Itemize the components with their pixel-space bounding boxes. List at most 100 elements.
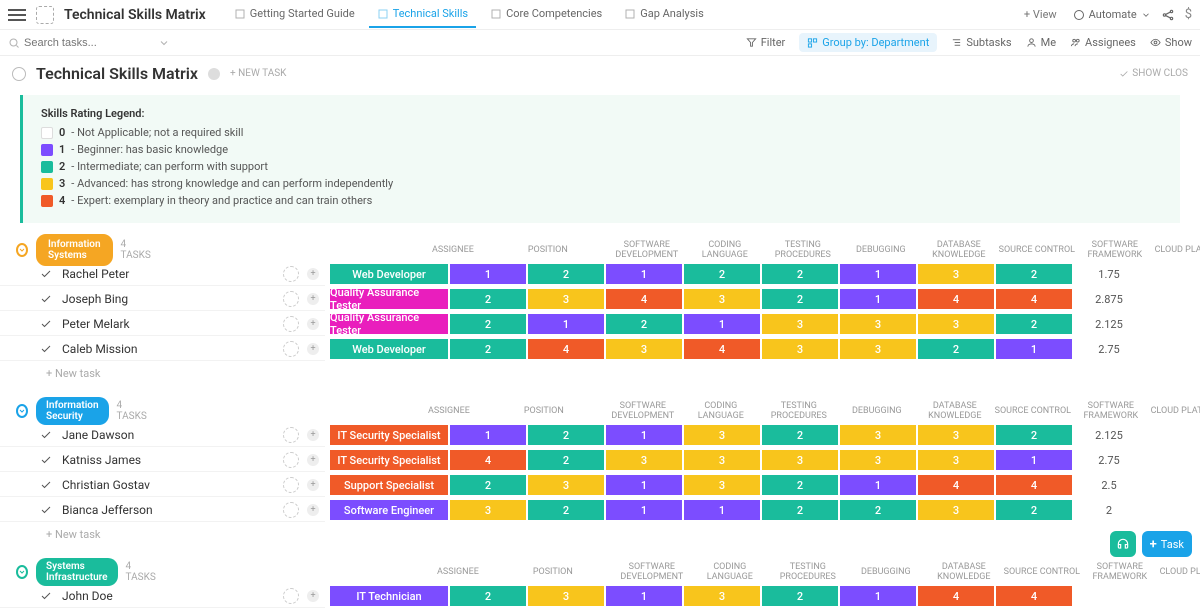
search-wrap[interactable] — [8, 37, 170, 49]
table-row[interactable]: Rachel Peter + Web Developer 12122132 1.… — [0, 262, 1200, 286]
rating-cell[interactable]: 1 — [839, 288, 917, 310]
column-header[interactable]: DEBUGGING — [842, 245, 920, 255]
column-header[interactable]: DATABASE KNOWLEDGE — [920, 240, 998, 260]
column-header[interactable]: SOFTWARE DEVELOPMENT — [613, 562, 691, 582]
rating-cell[interactable]: 3 — [839, 424, 917, 446]
rating-cell[interactable]: 1 — [839, 263, 917, 285]
add-assignee-icon[interactable]: + — [307, 293, 319, 305]
group-pill[interactable]: Systems Infrastructure — [36, 558, 118, 586]
rating-cell[interactable]: 3 — [917, 313, 995, 335]
column-header[interactable]: SOFTWARE FRAMEWORK — [1072, 401, 1150, 421]
group-pill[interactable]: Information Security — [36, 397, 109, 425]
filter-button[interactable]: Filter — [746, 36, 786, 49]
column-header[interactable]: DEBUGGING — [838, 406, 916, 416]
table-row[interactable]: John Doe + IT Technician 23132144 — [0, 584, 1200, 608]
column-header[interactable]: DEBUGGING — [847, 567, 925, 577]
rating-cell[interactable]: 2 — [527, 499, 605, 521]
rating-cell[interactable]: 3 — [683, 585, 761, 607]
rating-cell[interactable]: 2 — [527, 263, 605, 285]
table-row[interactable]: Caleb Mission + Web Developer 24343321 2… — [0, 337, 1200, 361]
column-header[interactable]: SOFTWARE DEVELOPMENT — [604, 401, 682, 421]
rating-cell[interactable]: 2 — [449, 288, 527, 310]
collapse-icon[interactable] — [12, 67, 26, 81]
search-input[interactable] — [24, 37, 114, 49]
rating-cell[interactable]: 3 — [683, 474, 761, 496]
fab-help-button[interactable] — [1110, 531, 1136, 557]
show-button[interactable]: Show — [1150, 36, 1192, 49]
task-name[interactable]: Rachel Peter — [62, 267, 283, 281]
rating-cell[interactable]: 3 — [527, 288, 605, 310]
add-assignee-icon[interactable]: + — [307, 590, 319, 602]
rating-cell[interactable]: 3 — [527, 585, 605, 607]
rating-cell[interactable]: 2 — [917, 338, 995, 360]
rating-cell[interactable]: 1 — [449, 263, 527, 285]
column-header[interactable]: DATABASE KNOWLEDGE — [916, 401, 994, 421]
add-assignee-icon[interactable]: + — [307, 268, 319, 280]
rating-cell[interactable]: 2 — [449, 585, 527, 607]
rating-cell[interactable]: 2 — [449, 338, 527, 360]
task-name[interactable]: Joseph Bing — [62, 292, 283, 306]
position-cell[interactable]: Quality Assurance Tester — [329, 288, 449, 310]
position-cell[interactable]: Software Engineer — [329, 499, 449, 521]
tab-getting-started-guide[interactable]: Getting Started Guide — [226, 1, 363, 28]
column-header[interactable]: SOFTWARE FRAMEWORK — [1076, 240, 1154, 260]
table-row[interactable]: Joseph Bing + Quality Assurance Tester 2… — [0, 287, 1200, 311]
hamburger-menu[interactable] — [8, 6, 26, 24]
rating-cell[interactable]: 1 — [605, 424, 683, 446]
rating-cell[interactable]: 3 — [683, 424, 761, 446]
task-name[interactable]: Christian Gostav — [62, 478, 283, 492]
me-button[interactable]: Me — [1026, 36, 1056, 49]
group-toggle[interactable] — [16, 404, 28, 418]
rating-cell[interactable]: 1 — [683, 313, 761, 335]
rating-cell[interactable]: 4 — [995, 474, 1073, 496]
table-row[interactable]: Christian Gostav + Support Specialist 23… — [0, 473, 1200, 497]
rating-cell[interactable]: 4 — [995, 288, 1073, 310]
assignee-avatar[interactable] — [283, 477, 299, 493]
rating-cell[interactable]: 4 — [917, 288, 995, 310]
rating-cell[interactable]: 4 — [449, 449, 527, 471]
rating-cell[interactable]: 1 — [683, 499, 761, 521]
rating-cell[interactable]: 1 — [995, 338, 1073, 360]
rating-cell[interactable]: 2 — [683, 263, 761, 285]
table-row[interactable]: Bianca Jefferson + Software Engineer 321… — [0, 498, 1200, 522]
rating-cell[interactable]: 1 — [839, 585, 917, 607]
add-assignee-icon[interactable]: + — [307, 429, 319, 441]
task-name[interactable]: Katniss James — [62, 453, 283, 467]
rating-cell[interactable]: 4 — [683, 338, 761, 360]
rating-cell[interactable]: 1 — [449, 424, 527, 446]
rating-cell[interactable]: 3 — [683, 288, 761, 310]
add-assignee-icon[interactable]: + — [307, 343, 319, 355]
rating-cell[interactable]: 3 — [605, 338, 683, 360]
group-toggle[interactable] — [16, 243, 28, 257]
task-name[interactable]: John Doe — [62, 589, 283, 603]
task-name[interactable]: Caleb Mission — [62, 342, 283, 356]
column-header-position[interactable]: POSITION — [484, 406, 604, 416]
rating-cell[interactable]: 3 — [839, 313, 917, 335]
subtasks-button[interactable]: Subtasks — [951, 36, 1011, 49]
position-cell[interactable]: Web Developer — [329, 338, 449, 360]
rating-cell[interactable]: 4 — [995, 585, 1073, 607]
rating-cell[interactable]: 4 — [605, 288, 683, 310]
position-cell[interactable]: Support Specialist — [329, 474, 449, 496]
task-name[interactable]: Jane Dawson — [62, 428, 283, 442]
rating-cell[interactable]: 3 — [605, 449, 683, 471]
rating-cell[interactable]: 3 — [449, 499, 527, 521]
rating-cell[interactable]: 2 — [839, 499, 917, 521]
position-cell[interactable]: IT Technician — [329, 585, 449, 607]
rating-cell[interactable]: 1 — [527, 313, 605, 335]
column-header[interactable]: SOURCE CONTROL — [998, 245, 1076, 255]
rating-cell[interactable]: 1 — [605, 263, 683, 285]
column-header-assignee[interactable]: ASSIGNEE — [432, 245, 474, 255]
column-header[interactable]: CLOUD PLATFORM — [1154, 245, 1200, 255]
table-row[interactable]: Peter Melark + Quality Assurance Tester … — [0, 312, 1200, 336]
column-header-position[interactable]: POSITION — [493, 567, 613, 577]
rating-cell[interactable]: 3 — [761, 313, 839, 335]
rating-cell[interactable]: 2 — [449, 474, 527, 496]
column-header[interactable]: SOURCE CONTROL — [1003, 567, 1081, 577]
rating-cell[interactable]: 1 — [605, 585, 683, 607]
assignee-avatar[interactable] — [283, 452, 299, 468]
rating-cell[interactable]: 3 — [839, 338, 917, 360]
fab-task-button[interactable]: + Task — [1142, 531, 1192, 557]
rating-cell[interactable]: 2 — [995, 313, 1073, 335]
rating-cell[interactable]: 2 — [761, 585, 839, 607]
